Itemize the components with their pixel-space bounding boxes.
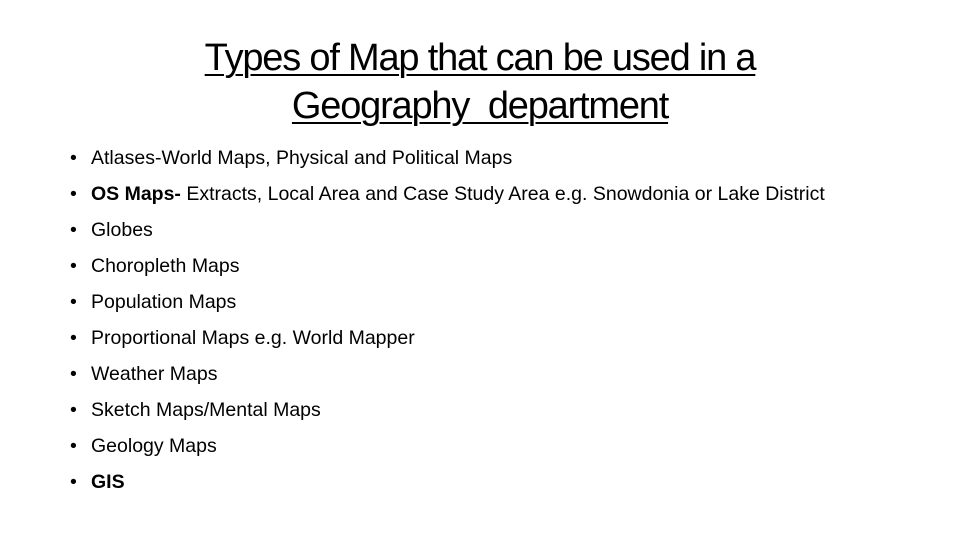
bullet-icon: • xyxy=(70,471,77,493)
bullet-icon: • xyxy=(70,363,77,385)
bullet-list: • Atlases-World Maps, Physical and Polit… xyxy=(70,146,830,506)
slide-title-line-1: Types of Map that can be used in a xyxy=(204,37,757,79)
bullet-text: Choropleth Maps xyxy=(91,255,240,277)
bullet-icon: • xyxy=(70,399,77,421)
list-item: • Choropleth Maps xyxy=(70,254,830,278)
list-item: • Population Maps xyxy=(70,290,830,314)
bullet-icon: • xyxy=(70,435,77,457)
slide-title-line-2: Geography department xyxy=(291,85,669,127)
bullet-icon: • xyxy=(70,147,77,169)
bullet-bold-text: OS Maps- xyxy=(91,183,181,205)
list-item: • Geology Maps xyxy=(70,434,830,458)
bullet-text: Population Maps xyxy=(91,291,237,313)
bullet-icon: • xyxy=(70,255,77,277)
bullet-text: Sketch Maps/Mental Maps xyxy=(91,399,321,421)
list-item: • Atlases-World Maps, Physical and Polit… xyxy=(70,146,830,170)
bullet-text: Proportional Maps e.g. World Mapper xyxy=(91,327,415,349)
bullet-text: Atlases-World Maps, Physical and Politic… xyxy=(91,147,513,169)
bullet-icon: • xyxy=(70,183,77,205)
bullet-text: Weather Maps xyxy=(91,363,218,385)
bullet-icon: • xyxy=(70,327,77,349)
bullet-icon: • xyxy=(70,219,77,241)
list-item: • GIS xyxy=(70,470,830,494)
list-item: • Sketch Maps/Mental Maps xyxy=(70,398,830,422)
bullet-text: Extracts, Local Area and Case Study Area… xyxy=(180,183,825,205)
slide-title: Types of Map that can be used in a Geogr… xyxy=(80,34,880,130)
bullet-icon: • xyxy=(70,291,77,313)
bullet-text: Geology Maps xyxy=(91,435,217,457)
list-item: • OS Maps- Extracts, Local Area and Case… xyxy=(70,182,830,206)
slide: Types of Map that can be used in a Geogr… xyxy=(0,0,960,540)
list-item: • Weather Maps xyxy=(70,362,830,386)
list-item: • Proportional Maps e.g. World Mapper xyxy=(70,326,830,350)
bullet-bold-text: GIS xyxy=(91,471,125,493)
bullet-text: Globes xyxy=(91,219,153,241)
list-item: • Globes xyxy=(70,218,830,242)
